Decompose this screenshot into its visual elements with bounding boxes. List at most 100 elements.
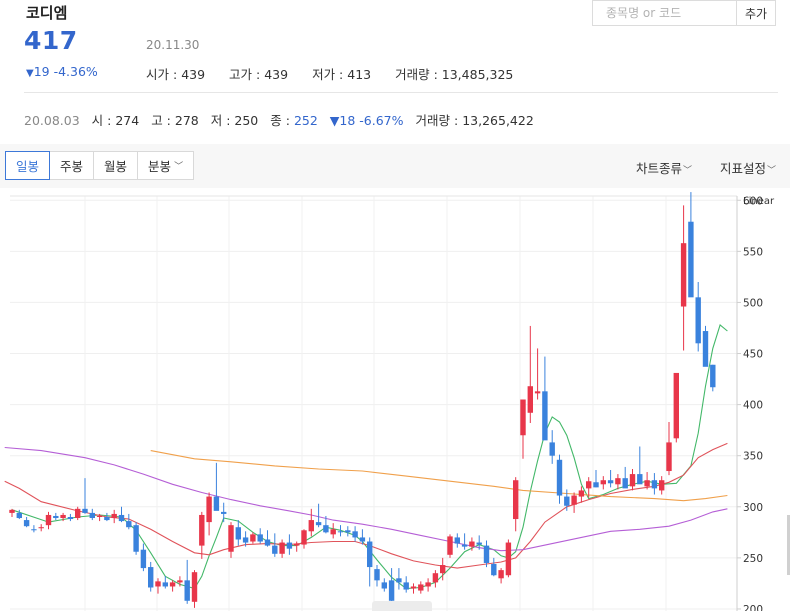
candle-down[interactable] (695, 282, 701, 352)
candle-up[interactable] (410, 583, 417, 594)
candle-up[interactable] (505, 539, 512, 578)
candle-up[interactable] (199, 511, 205, 559)
candle-down[interactable] (556, 454, 563, 504)
candle-down[interactable] (118, 506, 125, 523)
candle-down[interactable] (593, 470, 599, 488)
candle-up[interactable] (447, 534, 453, 558)
candle-down[interactable] (688, 192, 694, 298)
prev-change-percent: -6.67% (359, 113, 404, 128)
candle-up[interactable] (513, 477, 519, 532)
candle-down[interactable] (53, 512, 59, 521)
tab-daily[interactable]: 일봉 (5, 151, 51, 180)
candle-up[interactable] (520, 399, 526, 459)
candle-down[interactable] (388, 568, 395, 604)
candle-down[interactable] (461, 533, 468, 550)
candle-down[interactable] (549, 430, 555, 464)
candle-down[interactable] (381, 578, 387, 592)
candle-down[interactable] (221, 502, 227, 523)
candle-down[interactable] (235, 520, 241, 546)
candle-up[interactable] (330, 523, 336, 539)
candle-down[interactable] (104, 512, 110, 522)
candle-up[interactable] (629, 468, 636, 491)
candle-body (556, 459, 563, 496)
candle-down[interactable] (31, 525, 37, 533)
chart-scroll-tab[interactable] (372, 601, 432, 611)
tab-monthly[interactable]: 월봉 (93, 151, 139, 180)
candle-body (505, 542, 512, 576)
candle-down[interactable] (710, 364, 716, 392)
candle-down[interactable] (403, 576, 409, 593)
candle-down[interactable] (213, 462, 220, 511)
candle-down[interactable] (257, 528, 263, 544)
y-tick-label: 250 (743, 553, 763, 565)
candle-down[interactable] (702, 325, 709, 367)
candle-up[interactable] (418, 581, 424, 594)
candle-down[interactable] (454, 533, 460, 548)
candle-down[interactable] (542, 356, 548, 441)
candle-up[interactable] (45, 511, 52, 530)
candle-down[interactable] (126, 513, 132, 530)
candle-up[interactable] (673, 372, 679, 443)
candlestick-chart[interactable]: Linear 200250300350400450500550600 (0, 188, 790, 611)
candle-down[interactable] (345, 526, 351, 537)
candle-down[interactable] (352, 526, 358, 542)
candle-down[interactable] (637, 446, 643, 485)
candle-up[interactable] (498, 568, 504, 584)
candle-up[interactable] (206, 492, 212, 536)
chart-area[interactable]: Linear 200 250 300 350 400 450 500 550 600 (0, 188, 790, 611)
candle-down[interactable] (264, 530, 271, 547)
candle-up[interactable] (155, 578, 161, 594)
candle-down[interactable] (184, 559, 190, 604)
candle-up[interactable] (659, 476, 665, 495)
candle-down[interactable] (622, 466, 628, 489)
candle-up[interactable] (432, 570, 439, 588)
add-button[interactable]: 추가 (736, 0, 776, 26)
candle-up[interactable] (9, 508, 15, 517)
candle-body (403, 582, 409, 590)
candle-down[interactable] (483, 540, 490, 568)
candle-up[interactable] (308, 508, 314, 537)
candle-down[interactable] (133, 522, 139, 555)
tab-minute[interactable]: 분봉 ﹀ (137, 151, 195, 180)
candle-up[interactable] (615, 474, 621, 490)
candle-down[interactable] (359, 529, 366, 545)
candle-down[interactable] (286, 534, 293, 555)
candle-down[interactable] (162, 576, 168, 589)
candle-up[interactable] (75, 506, 81, 521)
candle-up[interactable] (279, 539, 285, 558)
candle-up[interactable] (600, 476, 606, 490)
candle-down[interactable] (272, 533, 278, 557)
candle-body (53, 515, 59, 519)
candle-body (637, 474, 643, 485)
candle-up[interactable] (534, 348, 541, 400)
candle-down[interactable] (23, 517, 30, 528)
candle-up[interactable] (527, 325, 533, 423)
candle-down[interactable] (651, 473, 658, 495)
prev-date: 20.08.03 (24, 113, 80, 128)
candle-down[interactable] (82, 478, 88, 514)
candle-down[interactable] (148, 561, 154, 592)
search-input[interactable] (593, 1, 736, 25)
indicator-settings-menu[interactable]: 지표설정﹀ (720, 158, 776, 177)
candle-down[interactable] (396, 568, 402, 590)
candle-up[interactable] (666, 421, 672, 476)
candle-down[interactable] (367, 537, 373, 587)
candle-down[interactable] (67, 513, 74, 522)
candle-down[interactable] (89, 508, 95, 521)
candle-up[interactable] (38, 524, 44, 532)
candle-down[interactable] (140, 543, 147, 572)
candle-up[interactable] (571, 492, 577, 513)
candle-down[interactable] (374, 565, 380, 587)
candle-up[interactable] (680, 205, 687, 351)
candle-up[interactable] (425, 578, 431, 592)
candle-body (23, 520, 30, 527)
candle-body (680, 243, 687, 307)
candle-up[interactable] (294, 541, 300, 552)
candle-down[interactable] (491, 557, 497, 577)
candle-up[interactable] (191, 570, 198, 608)
candle-down[interactable] (607, 470, 614, 488)
chart-type-menu[interactable]: 차트종류﹀ (636, 158, 692, 177)
candle-up[interactable] (169, 580, 176, 592)
tab-weekly[interactable]: 주봉 (49, 151, 95, 180)
candle-up[interactable] (111, 509, 117, 524)
